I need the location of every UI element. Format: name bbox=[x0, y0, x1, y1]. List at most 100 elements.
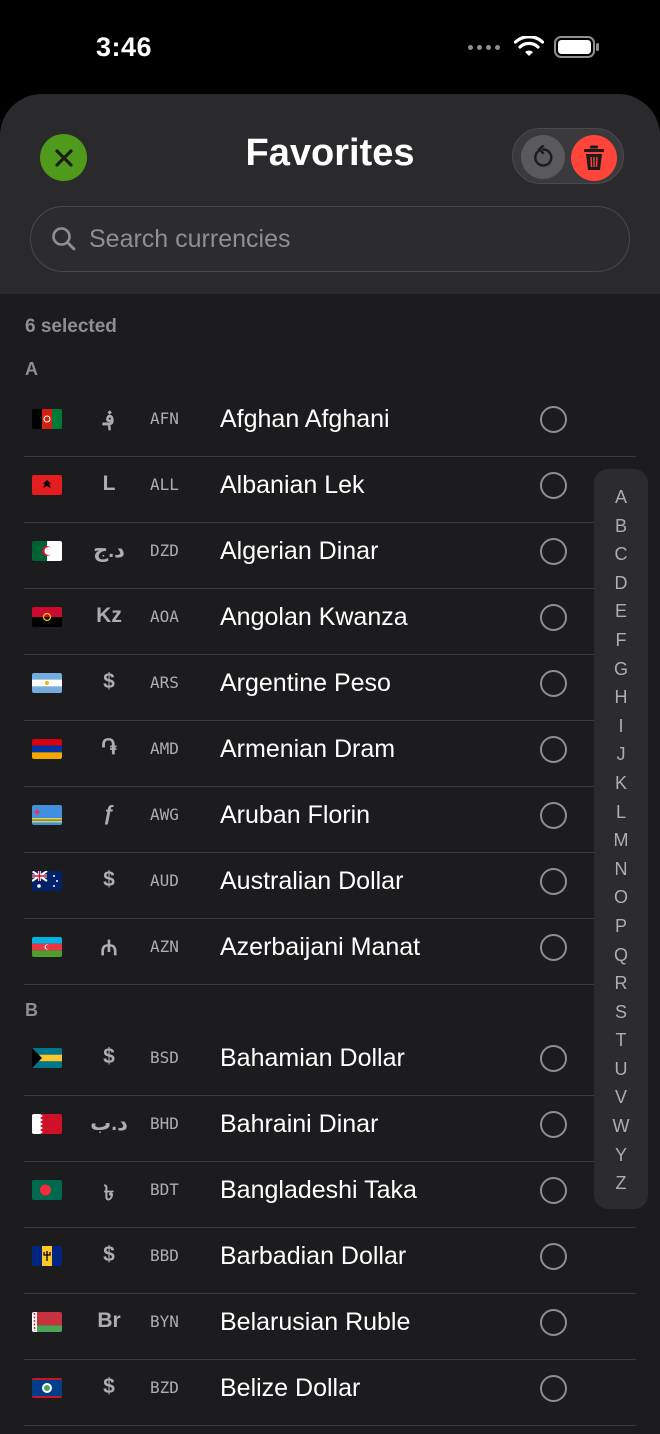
aruba-flag-icon bbox=[32, 805, 62, 825]
currency-name: Algerian Dinar bbox=[220, 537, 379, 565]
currency-row[interactable]: $ ARS Argentine Peso bbox=[0, 655, 636, 721]
currency-symbol: L bbox=[102, 472, 116, 495]
select-radio[interactable] bbox=[540, 868, 567, 895]
index-letter[interactable]: H bbox=[594, 683, 648, 712]
index-letter[interactable]: M bbox=[594, 826, 648, 855]
currency-name: Belize Dollar bbox=[220, 1374, 361, 1402]
index-letter[interactable]: F bbox=[594, 626, 648, 655]
currency-code: ARS bbox=[150, 673, 179, 692]
index-letter[interactable]: W bbox=[594, 1112, 648, 1141]
select-radio[interactable] bbox=[540, 1111, 567, 1138]
divider bbox=[24, 1425, 636, 1426]
currency-row[interactable]: $ AUD Australian Dollar bbox=[0, 853, 636, 919]
currency-symbol: $ bbox=[103, 670, 115, 693]
currency-code: AMD bbox=[150, 739, 179, 758]
currency-row[interactable]: Br BYN Belarusian Ruble bbox=[0, 1294, 636, 1360]
select-radio[interactable] bbox=[540, 1177, 567, 1204]
algeria-flag-icon bbox=[32, 541, 62, 561]
currency-code: BSD bbox=[150, 1048, 179, 1067]
index-letter[interactable]: K bbox=[594, 769, 648, 798]
select-radio[interactable] bbox=[540, 406, 567, 433]
select-radio[interactable] bbox=[540, 1309, 567, 1336]
index-letter[interactable]: Q bbox=[594, 941, 648, 970]
reset-button[interactable] bbox=[521, 135, 565, 179]
currency-code: BBD bbox=[150, 1246, 179, 1265]
section-header-b: B bbox=[25, 1000, 38, 1020]
currency-name: Afghan Afghani bbox=[220, 405, 390, 433]
index-letter[interactable]: Y bbox=[594, 1141, 648, 1170]
index-letter[interactable]: E bbox=[594, 597, 648, 626]
select-radio[interactable] bbox=[540, 538, 567, 565]
belize-flag-icon bbox=[32, 1378, 62, 1398]
status-time: 3:46 bbox=[96, 32, 153, 62]
currency-code: AFN bbox=[150, 409, 179, 428]
currency-row[interactable]: $ BZD Belize Dollar bbox=[0, 1360, 636, 1426]
index-letter[interactable]: V bbox=[594, 1083, 648, 1112]
currency-symbol: $ bbox=[103, 868, 115, 891]
index-letter[interactable]: O bbox=[594, 883, 648, 912]
currency-name: Argentine Peso bbox=[220, 669, 391, 697]
index-letter[interactable]: D bbox=[594, 569, 648, 598]
currency-row[interactable]: ƒ AWG Aruban Florin bbox=[0, 787, 636, 853]
currency-symbol: $ bbox=[103, 1375, 115, 1398]
currency-row[interactable]: ₼ AZN Azerbaijani Manat bbox=[0, 919, 636, 985]
section-header-a: A bbox=[25, 359, 38, 379]
currency-row[interactable]: $ BSD Bahamian Dollar bbox=[0, 1030, 636, 1096]
index-letter[interactable]: B bbox=[594, 512, 648, 541]
status-icons bbox=[468, 36, 600, 58]
index-letter[interactable]: U bbox=[594, 1055, 648, 1084]
currency-name: Belarusian Ruble bbox=[220, 1308, 411, 1336]
alphabet-index[interactable]: A B C D E F G H I J K L M N O P Q R S T … bbox=[594, 469, 648, 1209]
currency-symbol: د.ج bbox=[93, 539, 125, 562]
battery-icon bbox=[554, 36, 599, 58]
index-letter[interactable]: S bbox=[594, 998, 648, 1027]
index-letter[interactable]: A bbox=[594, 483, 648, 512]
select-radio[interactable] bbox=[540, 802, 567, 829]
index-letter[interactable]: L bbox=[594, 798, 648, 827]
index-letter[interactable]: R bbox=[594, 969, 648, 998]
wifi-icon bbox=[514, 36, 544, 56]
currency-row[interactable]: Kz AOA Angolan Kwanza bbox=[0, 589, 636, 655]
index-letter[interactable]: Z bbox=[594, 1169, 648, 1198]
status-bar: 3:46 bbox=[0, 0, 660, 94]
divider bbox=[24, 984, 636, 985]
australia-flag-icon bbox=[32, 871, 62, 891]
search-input[interactable]: Search currencies bbox=[30, 206, 630, 272]
select-radio[interactable] bbox=[540, 670, 567, 697]
currency-row[interactable]: ৳ BDT Bangladeshi Taka bbox=[0, 1162, 636, 1228]
currency-row[interactable]: ֏ AMD Armenian Dram bbox=[0, 721, 636, 787]
index-letter[interactable]: P bbox=[594, 912, 648, 941]
select-radio[interactable] bbox=[540, 1375, 567, 1402]
currency-row[interactable]: ؋ AFN Afghan Afghani bbox=[0, 391, 636, 457]
currency-row[interactable]: د.ب BHD Bahraini Dinar bbox=[0, 1096, 636, 1162]
albania-flag-icon bbox=[32, 475, 62, 495]
currency-row[interactable]: د.ج DZD Algerian Dinar bbox=[0, 523, 636, 589]
index-letter[interactable]: C bbox=[594, 540, 648, 569]
currency-symbol: Kz bbox=[96, 604, 122, 627]
select-radio[interactable] bbox=[540, 472, 567, 499]
cellular-signal-icon bbox=[468, 44, 500, 50]
header-actions bbox=[512, 128, 624, 184]
currency-row[interactable]: L ALL Albanian Lek bbox=[0, 457, 636, 523]
angola-flag-icon bbox=[32, 607, 62, 627]
currency-name: Bahamian Dollar bbox=[220, 1044, 405, 1072]
currency-name: Bangladeshi Taka bbox=[220, 1176, 417, 1204]
index-letter[interactable]: J bbox=[594, 740, 648, 769]
currency-code: AZN bbox=[150, 937, 179, 956]
index-letter[interactable]: T bbox=[594, 1026, 648, 1055]
select-radio[interactable] bbox=[540, 1243, 567, 1270]
delete-button[interactable] bbox=[571, 135, 617, 181]
select-radio[interactable] bbox=[540, 934, 567, 961]
select-radio[interactable] bbox=[540, 1045, 567, 1072]
index-letter[interactable]: G bbox=[594, 655, 648, 684]
select-radio[interactable] bbox=[540, 736, 567, 763]
selected-count: 6 selected bbox=[25, 316, 117, 337]
currency-code: AWG bbox=[150, 805, 179, 824]
currency-row[interactable]: $ BBD Barbadian Dollar bbox=[0, 1228, 636, 1294]
index-letter[interactable]: I bbox=[594, 712, 648, 741]
currency-symbol: $ bbox=[103, 1243, 115, 1266]
index-letter[interactable]: N bbox=[594, 855, 648, 884]
currency-symbol: ֏ bbox=[101, 736, 117, 759]
currency-symbol: ؋ bbox=[102, 407, 116, 430]
select-radio[interactable] bbox=[540, 604, 567, 631]
